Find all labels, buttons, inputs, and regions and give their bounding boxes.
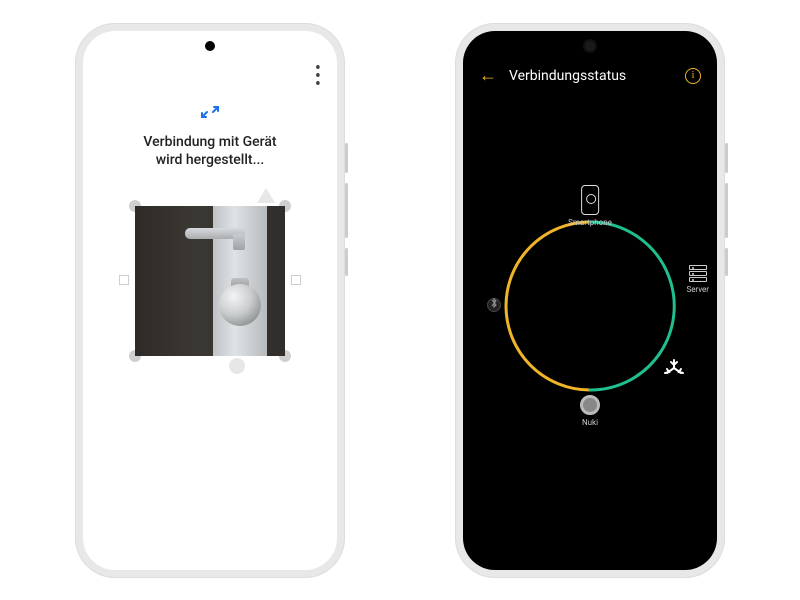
node-bluetooth[interactable] [487, 298, 501, 315]
camera-punch-hole [205, 41, 215, 51]
page-title: Verbindungsstatus [509, 68, 626, 84]
screen-nuki: ← Verbindungsstatus i Smartphone S [463, 31, 717, 570]
phone-frame-right: ← Verbindungsstatus i Smartphone S [455, 23, 725, 578]
device-image-container [135, 206, 285, 356]
node-nuki[interactable]: Nuki [580, 395, 600, 427]
node-label: Smartphone [568, 218, 612, 227]
node-label: Server [686, 285, 709, 294]
screen-google-home: ••• Verbindung mit Gerät wird hergestell… [83, 31, 337, 570]
ring-graphic [495, 211, 685, 401]
crop-handle [291, 275, 301, 285]
phone-button [345, 248, 348, 276]
phone-button [725, 143, 728, 173]
crop-handle [119, 275, 129, 285]
camera-punch-hole [585, 41, 595, 51]
title-line: Verbindung mit Gerät [83, 133, 337, 152]
overflow-menu-button[interactable]: ••• [315, 65, 321, 89]
header-bar: ← Verbindungsstatus i [463, 61, 717, 91]
connecting-title: Verbindung mit Gerät wird hergestellt... [83, 133, 337, 171]
phone-frame-left: ••• Verbindung mit Gerät wird hergestell… [75, 23, 345, 578]
node-smartphone[interactable]: Smartphone [568, 185, 612, 227]
door-lock-image [135, 206, 285, 356]
matter-icon [663, 358, 685, 380]
phone-button [725, 248, 728, 276]
node-label: Nuki [582, 418, 598, 427]
nuki-lock-icon [580, 395, 600, 415]
bluetooth-icon [487, 298, 501, 312]
phone-button [345, 183, 348, 238]
connection-ring: Smartphone Server Nu [495, 211, 685, 401]
matter-pairing-icon [199, 103, 221, 125]
smartphone-icon [581, 185, 599, 215]
title-line: wird hergestellt... [83, 151, 337, 170]
phone-button [725, 183, 728, 238]
node-server[interactable]: Server [686, 265, 709, 294]
phone-button [345, 143, 348, 173]
back-button[interactable]: ← [479, 65, 497, 86]
decoration-circle [229, 358, 245, 374]
decoration-triangle [257, 188, 275, 203]
server-icon [689, 265, 707, 282]
info-button[interactable]: i [685, 68, 701, 84]
node-matter[interactable] [663, 358, 685, 383]
